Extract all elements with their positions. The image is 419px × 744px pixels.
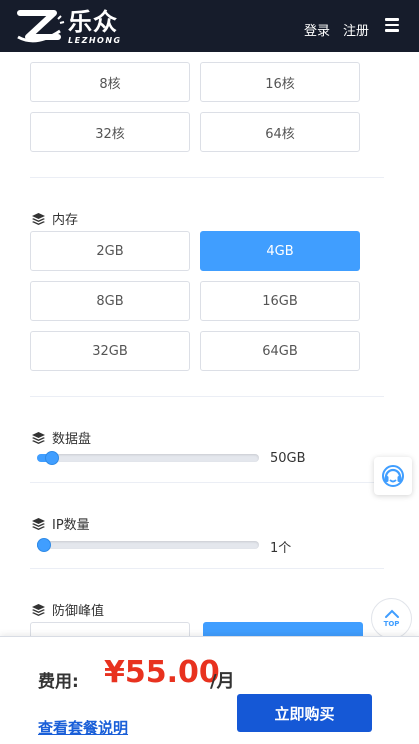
price: ¥55.00 [104, 655, 220, 690]
ip-section-title: IP数量 [32, 514, 90, 533]
cpu-option-64[interactable]: 64核 [200, 112, 360, 152]
hamburger-menu-icon[interactable] [385, 18, 399, 32]
memory-option-16gb[interactable]: 16GB [200, 281, 360, 321]
divider [30, 482, 384, 483]
top-header: 乐众 LEZHONG 登录 注册 [0, 0, 419, 52]
layers-icon [32, 212, 45, 225]
disk-slider[interactable] [37, 451, 259, 465]
headset-icon [382, 465, 404, 487]
logo[interactable]: 乐众 LEZHONG [14, 6, 122, 48]
fee-label: 费用: [38, 672, 79, 692]
logo-en: LEZHONG [68, 35, 122, 45]
divider [30, 177, 384, 178]
customer-service-button[interactable] [374, 457, 412, 495]
ip-slider-thumb[interactable] [37, 538, 51, 552]
cpu-option-16[interactable]: 16核 [200, 62, 360, 102]
cpu-option-8[interactable]: 8核 [30, 62, 190, 102]
defense-section-title: 防御峰值 [32, 600, 104, 619]
register-link[interactable]: 注册 [343, 20, 369, 39]
divider [30, 568, 384, 569]
logo-cn: 乐众 [68, 7, 118, 36]
memory-option-32gb[interactable]: 32GB [30, 331, 190, 371]
ip-slider[interactable] [37, 538, 259, 552]
ip-value: 1个 [270, 541, 292, 556]
memory-option-4gb[interactable]: 4GB [200, 231, 360, 271]
logo-mark-icon [17, 10, 65, 43]
memory-section-title: 内存 [32, 209, 78, 228]
disk-value: 50GB [270, 451, 306, 466]
memory-title: 内存 [52, 213, 79, 228]
layers-icon [32, 517, 45, 530]
buy-now-button[interactable]: 立即购买 [237, 694, 372, 732]
cpu-option-32[interactable]: 32核 [30, 112, 190, 152]
price-unit: /月 [210, 671, 235, 692]
layers-icon [32, 431, 45, 444]
back-to-top-button[interactable]: TOP [371, 598, 412, 639]
purchase-bar: 费用: ¥55.00 /月 查看套餐说明 立即购买 [0, 636, 419, 744]
package-description-link[interactable]: 查看套餐说明 [38, 717, 128, 738]
login-link[interactable]: 登录 [304, 20, 330, 39]
chevron-up-icon [384, 609, 399, 618]
memory-option-64gb[interactable]: 64GB [200, 331, 360, 371]
memory-option-8gb[interactable]: 8GB [30, 281, 190, 321]
divider [30, 396, 384, 397]
logo-text: 乐众 LEZHONG [68, 10, 122, 45]
ip-title: IP数量 [52, 518, 90, 533]
memory-option-2gb[interactable]: 2GB [30, 231, 190, 271]
disk-title: 数据盘 [52, 432, 92, 447]
top-label: TOP [383, 620, 400, 628]
defense-title: 防御峰值 [52, 604, 105, 619]
layers-icon [32, 603, 45, 616]
disk-section-title: 数据盘 [32, 428, 91, 447]
disk-slider-thumb[interactable] [45, 451, 60, 465]
